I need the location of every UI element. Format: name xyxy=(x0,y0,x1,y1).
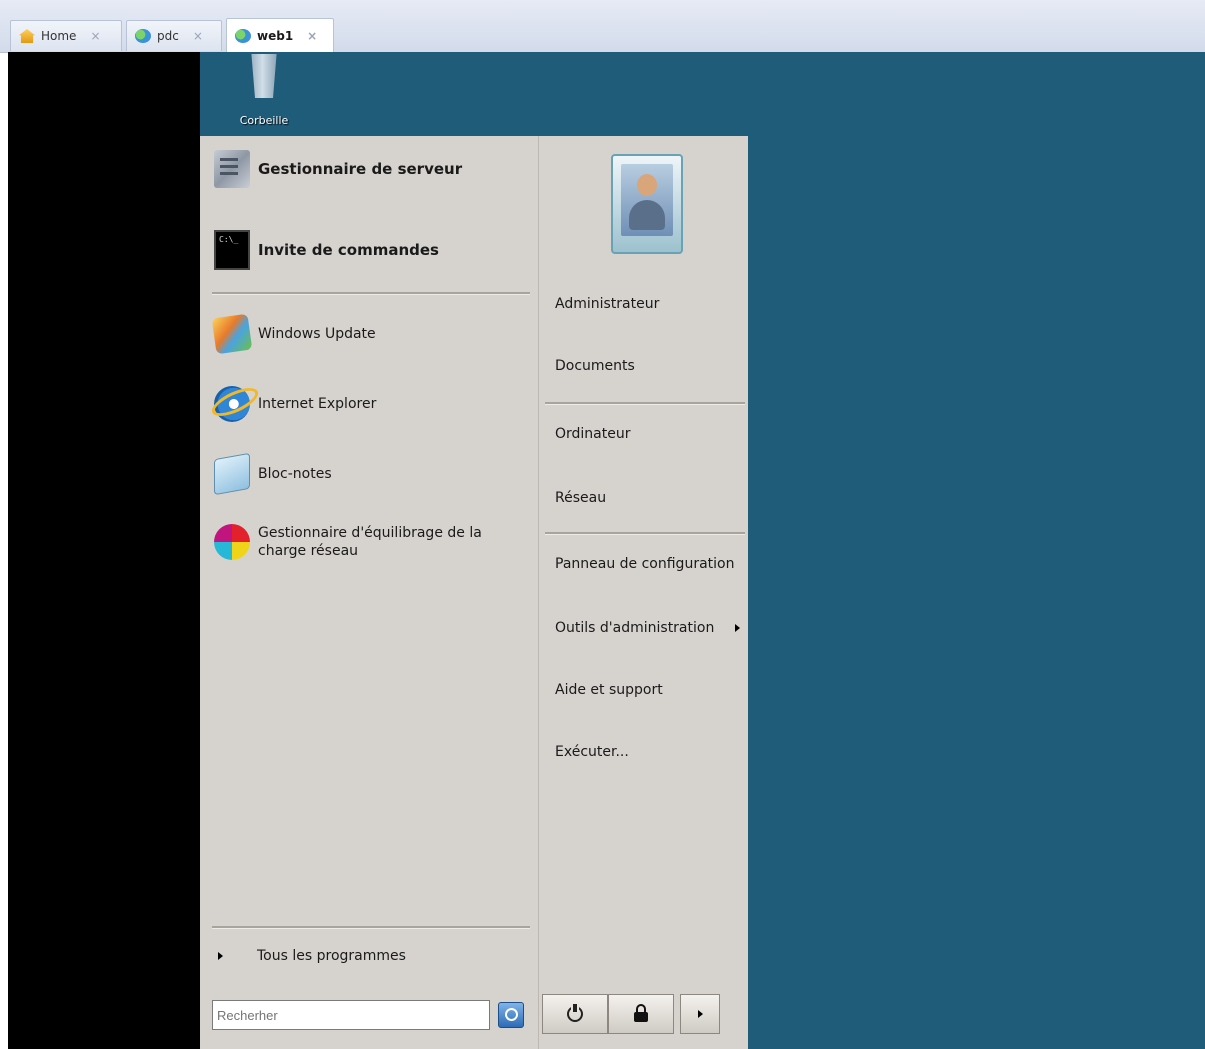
tab-label: Home xyxy=(41,29,77,43)
places-separator-1 xyxy=(545,402,745,405)
menu-item-label: Aide et support xyxy=(555,682,663,698)
user-picture[interactable] xyxy=(611,154,683,254)
notepad-icon xyxy=(214,452,250,496)
start-menu-programs-pane: Gestionnaire de serveur Invite de comman… xyxy=(200,136,538,1049)
menu-item-label: Exécuter... xyxy=(555,744,629,760)
home-icon xyxy=(19,29,35,43)
menu-item-label: Administrateur xyxy=(555,296,660,312)
search-input[interactable] xyxy=(212,1000,490,1030)
power-controls xyxy=(542,994,720,1034)
search-icon[interactable] xyxy=(498,1002,524,1028)
pinned-item-label: Invite de commandes xyxy=(258,241,439,259)
network-load-balancing-icon xyxy=(214,524,250,560)
recent-item-label: Gestionnaire d'équilibrage de la charge … xyxy=(258,525,482,559)
all-programs-separator xyxy=(212,926,530,929)
places-separator-2 xyxy=(545,532,745,535)
pinned-server-manager[interactable]: Gestionnaire de serveur xyxy=(214,150,462,188)
recent-item-label: Internet Explorer xyxy=(258,396,377,412)
tab-home[interactable]: Home × xyxy=(10,20,122,51)
recycle-bin-shortcut[interactable]: Corbeille xyxy=(234,52,294,134)
recent-item-label: Bloc-notes xyxy=(258,466,332,482)
start-menu: Gestionnaire de serveur Invite de comman… xyxy=(200,136,748,1049)
menu-item-ordinateur[interactable]: Ordinateur xyxy=(555,426,631,442)
recent-network-load-balancing[interactable]: Gestionnaire d'équilibrage de la charge … xyxy=(214,524,508,560)
menu-item-label: Outils d'administration xyxy=(555,620,715,636)
command-prompt-icon xyxy=(214,230,250,270)
recent-windows-update[interactable]: Windows Update xyxy=(211,313,376,355)
recycle-bin-icon xyxy=(251,54,277,98)
tab-label: web1 xyxy=(257,28,294,43)
menu-item-label: Documents xyxy=(555,358,635,374)
start-menu-places-pane: Administrateur Documents Ordinateur Rése… xyxy=(538,136,749,1049)
close-icon[interactable]: × xyxy=(90,29,100,43)
all-programs-button[interactable]: Tous les programmes xyxy=(218,948,406,964)
vm-icon xyxy=(135,29,151,43)
user-avatar-icon xyxy=(621,164,673,236)
close-icon[interactable]: × xyxy=(193,29,203,43)
recycle-bin-label: Corbeille xyxy=(239,114,289,127)
pinned-command-prompt[interactable]: Invite de commandes xyxy=(214,230,439,270)
menu-item-reseau[interactable]: Réseau xyxy=(555,490,606,506)
menu-item-panneau-de-configuration[interactable]: Panneau de configuration xyxy=(555,556,734,572)
recent-notepad[interactable]: Bloc-notes xyxy=(214,452,332,496)
menu-item-outils-administration[interactable]: Outils d'administration xyxy=(555,620,755,636)
tab-pdc[interactable]: pdc × xyxy=(126,20,222,51)
tab-web1[interactable]: web1 × xyxy=(226,18,334,52)
pinned-item-label: Gestionnaire de serveur xyxy=(258,160,463,178)
menu-item-aide-et-support[interactable]: Aide et support xyxy=(555,682,663,698)
browser-tab-bar: Home × pdc × web1 × xyxy=(0,0,1205,53)
internet-explorer-icon xyxy=(214,386,250,422)
close-icon[interactable]: × xyxy=(307,29,317,43)
menu-item-administrateur[interactable]: Administrateur xyxy=(555,296,659,312)
all-programs-label: Tous les programmes xyxy=(257,948,406,964)
vm-icon xyxy=(235,28,251,43)
menu-item-label: Réseau xyxy=(555,490,607,506)
submenu-arrow-icon xyxy=(735,624,740,632)
lock-button[interactable] xyxy=(608,994,674,1034)
power-icon xyxy=(567,1004,583,1022)
menu-item-documents[interactable]: Documents xyxy=(555,358,635,374)
menu-item-label: Panneau de configuration xyxy=(555,556,735,572)
shutdown-button[interactable] xyxy=(542,994,608,1034)
shutdown-options-button[interactable] xyxy=(680,994,720,1034)
menu-item-label: Ordinateur xyxy=(555,426,631,442)
tab-label: pdc xyxy=(157,29,179,43)
menu-item-executer[interactable]: Exécuter... xyxy=(555,744,629,760)
lock-icon xyxy=(634,1004,648,1022)
server-manager-icon xyxy=(214,150,250,188)
windows-update-icon xyxy=(211,313,253,355)
recent-internet-explorer[interactable]: Internet Explorer xyxy=(214,386,376,422)
recent-item-label: Windows Update xyxy=(258,326,376,342)
chevron-right-icon xyxy=(218,952,223,960)
arrow-icon xyxy=(697,1010,703,1018)
pinned-separator xyxy=(212,292,530,295)
